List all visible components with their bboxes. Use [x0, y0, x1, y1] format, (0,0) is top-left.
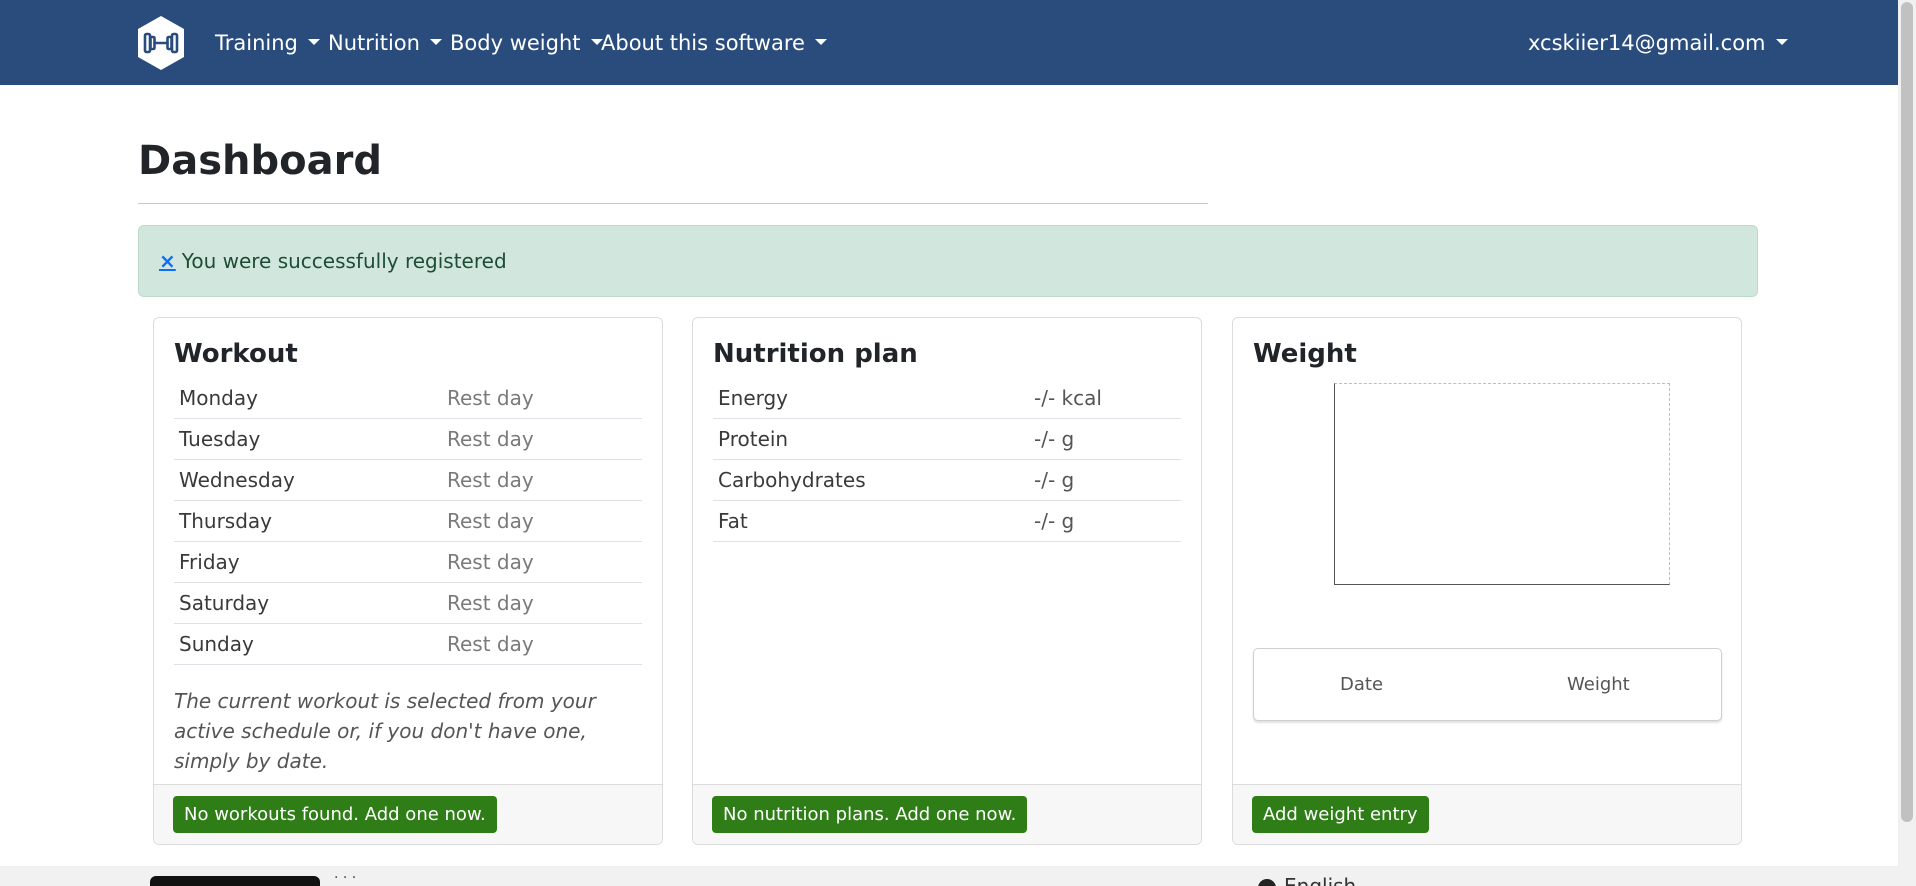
page-footer: · · · English — [0, 866, 1898, 886]
nutrient-value: -/- g — [1034, 468, 1075, 492]
day-label: Thursday — [179, 509, 272, 533]
date-column-header: Date — [1340, 674, 1384, 695]
weight-chart-area — [1334, 383, 1670, 585]
nav-body-weight-label: Body weight — [450, 31, 581, 55]
weight-entries-table: Date Weight — [1253, 648, 1722, 721]
day-status: Rest day — [447, 591, 534, 615]
nav-body-weight[interactable]: Body weight — [450, 28, 603, 58]
weight-card-footer: Add weight entry — [1233, 784, 1741, 844]
caret-down-icon — [307, 39, 320, 45]
day-label: Friday — [179, 550, 240, 574]
success-alert: × You were successfully registered — [138, 225, 1758, 297]
nutrition-card-footer: No nutrition plans. Add one now. — [693, 784, 1201, 844]
footer-link-fragment: · · · — [334, 870, 357, 886]
workout-card-title: Workout — [174, 339, 298, 369]
table-row: Monday Rest day — [174, 378, 642, 419]
day-label: Saturday — [179, 591, 270, 615]
nutrition-card: Nutrition plan Energy -/- kcal Protein -… — [692, 317, 1202, 845]
caret-down-icon — [1775, 39, 1788, 45]
table-row: Tuesday Rest day — [174, 419, 642, 460]
weight-card-title: Weight — [1253, 339, 1357, 369]
day-status: Rest day — [447, 632, 534, 656]
workout-card-footer: No workouts found. Add one now. — [154, 784, 662, 844]
nutrition-table: Energy -/- kcal Protein -/- g Carbohydra… — [713, 378, 1181, 542]
title-divider — [138, 203, 1208, 204]
top-navbar: Training Nutrition Body weight About thi… — [0, 0, 1898, 85]
app-store-badge[interactable] — [150, 876, 320, 886]
alert-close-button[interactable]: × — [159, 249, 176, 273]
nav-nutrition-label: Nutrition — [328, 31, 420, 55]
user-email: xcskiier14@gmail.com — [1528, 31, 1766, 55]
table-row: Sunday Rest day — [174, 624, 642, 665]
nav-nutrition[interactable]: Nutrition — [328, 28, 442, 58]
workout-days-table: Monday Rest day Tuesday Rest day Wednesd… — [174, 378, 642, 665]
day-label: Wednesday — [179, 468, 295, 492]
table-row: Wednesday Rest day — [174, 460, 642, 501]
table-row: Friday Rest day — [174, 542, 642, 583]
add-weight-entry-button[interactable]: Add weight entry — [1252, 796, 1429, 833]
table-row: Saturday Rest day — [174, 583, 642, 624]
day-status: Rest day — [447, 509, 534, 533]
nav-about[interactable]: About this software — [601, 28, 827, 58]
day-label: Tuesday — [179, 427, 261, 451]
caret-down-icon — [429, 39, 442, 45]
table-row: Fat -/- g — [713, 501, 1181, 542]
table-row: Energy -/- kcal — [713, 378, 1181, 419]
table-row: Carbohydrates -/- g — [713, 460, 1181, 501]
day-status: Rest day — [447, 386, 534, 410]
globe-icon — [1258, 878, 1276, 886]
nav-user-menu[interactable]: xcskiier14@gmail.com — [1528, 28, 1788, 58]
nav-about-label: About this software — [601, 31, 805, 55]
table-row: Thursday Rest day — [174, 501, 642, 542]
weight-card: Weight Date Weight Add weight entry — [1232, 317, 1742, 845]
day-status: Rest day — [447, 427, 534, 451]
alert-message: You were successfully registered — [181, 249, 507, 273]
workout-card: Workout Monday Rest day Tuesday Rest day… — [153, 317, 663, 845]
nutrient-value: -/- kcal — [1034, 386, 1102, 410]
nutrient-label: Protein — [718, 427, 789, 451]
day-status: Rest day — [447, 550, 534, 574]
nutrient-label: Fat — [718, 509, 748, 533]
add-workout-button[interactable]: No workouts found. Add one now. — [173, 796, 497, 833]
page-scrollbar[interactable] — [1898, 0, 1916, 886]
day-status: Rest day — [447, 468, 534, 492]
weight-column-header: Weight — [1567, 674, 1630, 695]
caret-down-icon — [814, 39, 827, 45]
dumbbell-hexagon-icon[interactable] — [136, 15, 186, 71]
nutrient-value: -/- g — [1034, 427, 1075, 451]
language-label: English — [1284, 874, 1357, 886]
day-label: Sunday — [179, 632, 254, 656]
page-title: Dashboard — [138, 138, 382, 184]
nav-training-label: Training — [215, 31, 298, 55]
add-nutrition-plan-button[interactable]: No nutrition plans. Add one now. — [712, 796, 1028, 833]
nutrition-card-title: Nutrition plan — [713, 339, 918, 369]
nutrient-label: Energy — [718, 386, 789, 410]
table-row: Protein -/- g — [713, 419, 1181, 460]
nav-training[interactable]: Training — [215, 28, 320, 58]
nutrient-value: -/- g — [1034, 509, 1075, 533]
day-label: Monday — [179, 386, 258, 410]
nutrient-label: Carbohydrates — [718, 468, 866, 492]
language-selector[interactable]: English — [1258, 874, 1356, 886]
scrollbar-thumb[interactable] — [1901, 2, 1913, 822]
workout-note: The current workout is selected from you… — [174, 689, 596, 773]
